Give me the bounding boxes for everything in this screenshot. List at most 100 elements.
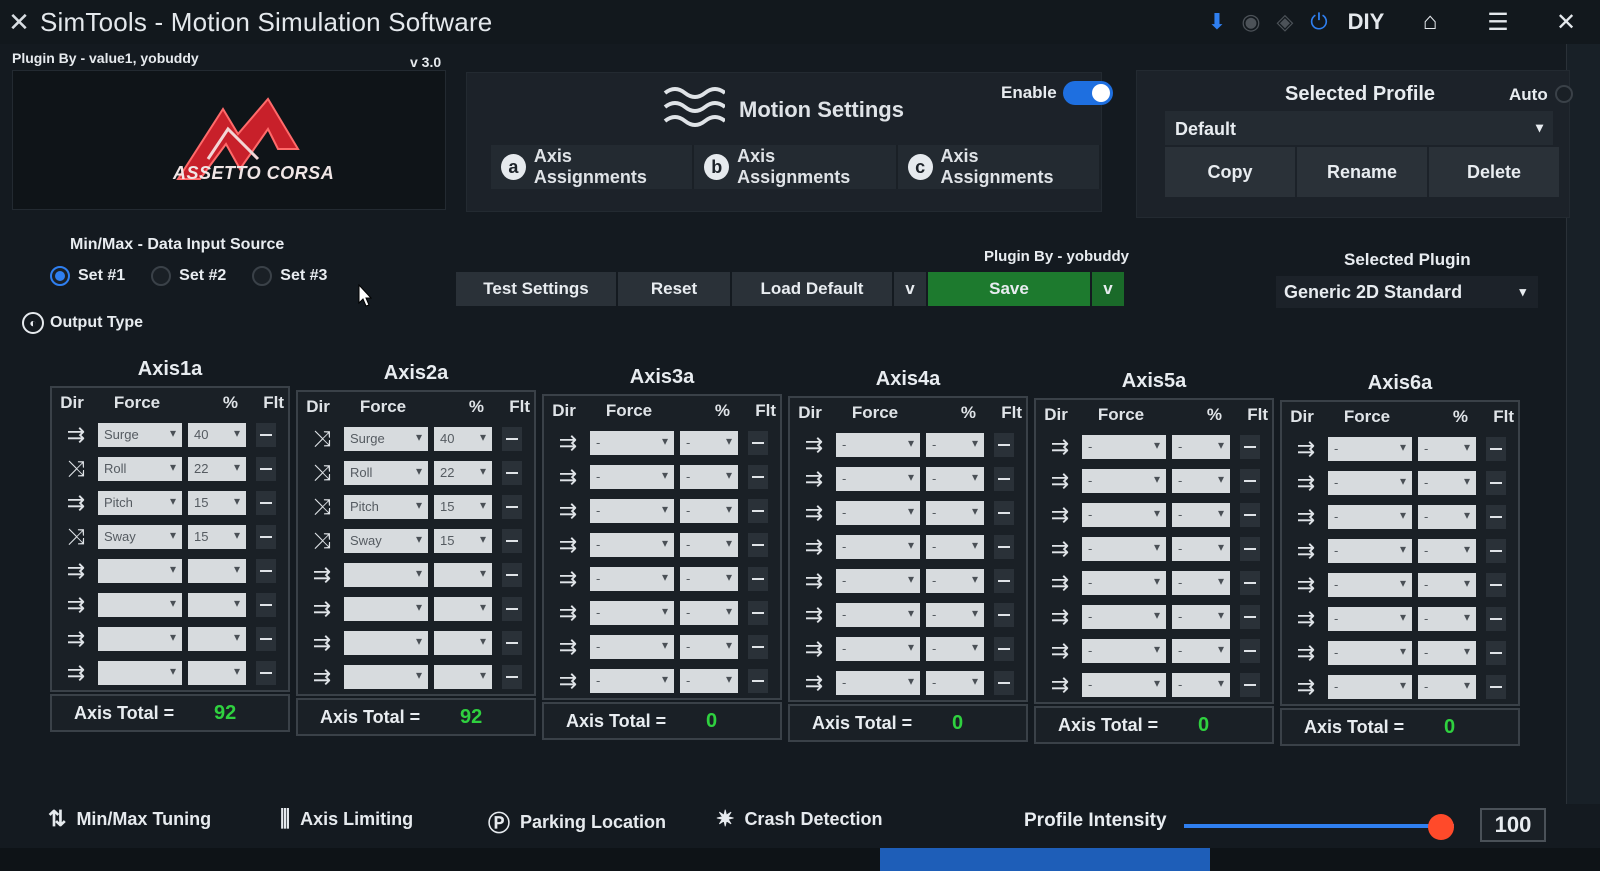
filter-button[interactable] — [502, 563, 522, 587]
filter-button[interactable] — [1240, 435, 1260, 459]
percent-select[interactable]: 15 — [434, 529, 492, 553]
filter-button[interactable] — [502, 597, 522, 621]
save-dropdown[interactable]: v — [1092, 272, 1124, 306]
filter-button[interactable] — [748, 601, 768, 625]
crash-detection-button[interactable]: ✷ Crash Detection — [716, 806, 882, 832]
filter-button[interactable] — [1240, 639, 1260, 663]
percent-select[interactable]: - — [1418, 471, 1476, 495]
percent-select[interactable]: - — [1172, 571, 1230, 595]
load-default-button[interactable]: Load Default — [732, 272, 892, 306]
direction-icon[interactable]: ⇉ — [1042, 603, 1078, 631]
plugin-select[interactable]: Generic 2D Standard ▾ — [1276, 276, 1538, 308]
filter-button[interactable] — [502, 461, 522, 485]
parking-location-button[interactable]: Ⓟ Parking Location — [488, 806, 666, 838]
direction-icon[interactable]: ⇉ — [1042, 467, 1078, 495]
force-select[interactable]: Roll — [344, 461, 428, 485]
force-select[interactable]: - — [836, 467, 920, 491]
force-select[interactable]: - — [590, 635, 674, 659]
percent-select[interactable]: - — [1418, 539, 1476, 563]
min-max-tuning-button[interactable]: ⇅ Min/Max Tuning — [48, 806, 211, 832]
percent-select[interactable]: - — [680, 533, 738, 557]
filter-button[interactable] — [748, 567, 768, 591]
percent-select[interactable]: - — [680, 567, 738, 591]
filter-button[interactable] — [748, 465, 768, 489]
intensity-slider-thumb[interactable] — [1427, 814, 1454, 840]
direction-icon[interactable]: ⇉ — [304, 595, 340, 623]
direction-icon[interactable]: ⇉ — [550, 429, 586, 457]
filter-button[interactable] — [502, 665, 522, 689]
direction-icon[interactable]: ⤨ — [58, 455, 94, 483]
set-1-radio[interactable] — [50, 266, 70, 286]
percent-select[interactable]: 40 — [434, 427, 492, 451]
filter-button[interactable] — [1240, 537, 1260, 561]
direction-icon[interactable]: ⇉ — [1042, 501, 1078, 529]
direction-icon[interactable]: ⇉ — [796, 533, 832, 561]
force-select[interactable] — [98, 661, 182, 685]
force-select[interactable] — [98, 627, 182, 651]
filter-button[interactable] — [1240, 673, 1260, 697]
force-select[interactable]: - — [1082, 469, 1166, 493]
filter-button[interactable] — [1240, 503, 1260, 527]
filter-button[interactable] — [994, 637, 1014, 661]
force-select[interactable]: - — [1328, 675, 1412, 699]
force-select[interactable]: Roll — [98, 457, 182, 481]
test-settings-button[interactable]: Test Settings — [456, 272, 616, 306]
direction-icon[interactable]: ⇉ — [58, 591, 94, 619]
direction-icon[interactable]: ⇉ — [796, 499, 832, 527]
percent-select[interactable] — [434, 665, 492, 689]
force-select[interactable]: - — [1328, 607, 1412, 631]
direction-icon[interactable]: ⇉ — [550, 667, 586, 695]
percent-select[interactable]: - — [680, 601, 738, 625]
percent-select[interactable]: 15 — [188, 491, 246, 515]
filter-button[interactable] — [994, 467, 1014, 491]
direction-icon[interactable]: ⇉ — [304, 629, 340, 657]
percent-select[interactable] — [188, 627, 246, 651]
direction-icon[interactable]: ⇉ — [796, 669, 832, 697]
filter-button[interactable] — [748, 499, 768, 523]
copy-button[interactable]: Copy — [1165, 147, 1295, 197]
force-select[interactable]: - — [836, 535, 920, 559]
force-select[interactable]: - — [590, 567, 674, 591]
direction-icon[interactable]: ⇉ — [1288, 435, 1324, 463]
intensity-slider[interactable] — [1184, 814, 1454, 840]
percent-select[interactable]: 40 — [188, 423, 246, 447]
direction-icon[interactable]: ⇉ — [550, 497, 586, 525]
force-select[interactable] — [344, 665, 428, 689]
filter-button[interactable] — [1486, 641, 1506, 665]
direction-icon[interactable]: ⇉ — [58, 489, 94, 517]
right-edge-scrollbar[interactable] — [1566, 44, 1600, 804]
percent-select[interactable]: - — [1418, 505, 1476, 529]
force-select[interactable]: - — [1328, 471, 1412, 495]
filter-button[interactable] — [502, 495, 522, 519]
force-select[interactable]: - — [836, 671, 920, 695]
percent-select[interactable]: 22 — [188, 457, 246, 481]
filter-button[interactable] — [1486, 437, 1506, 461]
filter-button[interactable] — [1240, 605, 1260, 629]
power-icon[interactable]: ⏻ — [1302, 0, 1336, 44]
force-select[interactable]: - — [1328, 505, 1412, 529]
filter-button[interactable] — [1486, 539, 1506, 563]
force-select[interactable]: - — [590, 533, 674, 557]
percent-select[interactable]: - — [1172, 673, 1230, 697]
direction-icon[interactable]: ⇉ — [550, 531, 586, 559]
filter-button[interactable] — [256, 525, 276, 549]
direction-icon[interactable]: ⇉ — [1042, 433, 1078, 461]
percent-select[interactable]: - — [1172, 639, 1230, 663]
filter-button[interactable] — [748, 669, 768, 693]
filter-button[interactable] — [1486, 675, 1506, 699]
auto-radio[interactable] — [1555, 85, 1573, 103]
percent-select[interactable]: - — [1172, 503, 1230, 527]
force-select[interactable]: - — [1082, 435, 1166, 459]
direction-icon[interactable]: ⇉ — [1042, 671, 1078, 699]
force-select[interactable]: - — [1328, 437, 1412, 461]
load-default-dropdown[interactable]: v — [894, 272, 926, 306]
percent-select[interactable] — [434, 597, 492, 621]
force-select[interactable]: Pitch — [98, 491, 182, 515]
reset-button[interactable]: Reset — [618, 272, 730, 306]
force-select[interactable]: - — [836, 603, 920, 627]
filter-button[interactable] — [502, 631, 522, 655]
filter-button[interactable] — [256, 661, 276, 685]
axis-limiting-button[interactable]: ⫼ Axis Limiting — [280, 806, 413, 832]
filter-button[interactable] — [256, 559, 276, 583]
filter-button[interactable] — [1486, 607, 1506, 631]
